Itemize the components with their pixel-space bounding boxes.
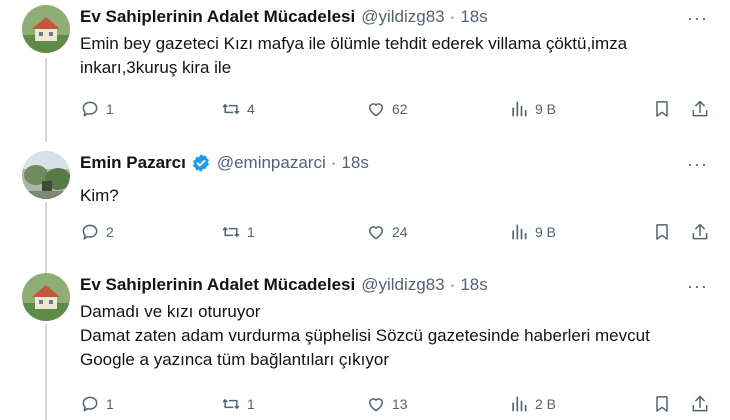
author-handle[interactable]: @yildizg83	[361, 7, 444, 27]
tweet-header: Ev Sahiplerinin Adalet Mücadelesi @yildi…	[80, 6, 488, 28]
tweet-text-line: Damadı ve kızı oturuyor	[80, 302, 261, 321]
more-options-icon[interactable]: ···	[687, 8, 708, 29]
tweet-text-line: Emin bey gazeteci Kızı mafya ile ölümle …	[80, 34, 628, 53]
bookmark-icon	[656, 101, 668, 117]
retweet-count: 4	[247, 101, 255, 117]
tweet-text: Emin bey gazeteci Kızı mafya ile ölümle …	[80, 32, 720, 80]
like-icon	[369, 226, 383, 240]
tweet-header: Emin Pazarcı @eminpazarci · 18s	[80, 152, 369, 174]
reply-button[interactable]: 2	[80, 222, 114, 242]
bookmark-button[interactable]	[652, 99, 672, 119]
bookmark-button[interactable]	[652, 394, 672, 414]
reply-button[interactable]: 1	[80, 99, 114, 119]
like-icon	[369, 103, 383, 117]
views-icon	[512, 224, 527, 240]
author-name[interactable]: Ev Sahiplerinin Adalet Mücadelesi	[80, 275, 355, 295]
action-bar: 1 1 13 2 B	[80, 394, 720, 418]
views-icon	[512, 396, 527, 412]
like-button[interactable]: 24	[366, 222, 408, 242]
views-count: 9 B	[535, 101, 557, 117]
author-name[interactable]: Ev Sahiplerinin Adalet Mücadelesi	[80, 7, 355, 27]
tweet-2[interactable]: Emin Pazarcı @eminpazarci · 18s ··· Kim?…	[0, 146, 730, 276]
share-button[interactable]	[690, 394, 710, 414]
tweet-header: Ev Sahiplerinin Adalet Mücadelesi @yildi…	[80, 274, 488, 296]
avatar[interactable]	[22, 151, 70, 199]
like-count: 62	[392, 101, 408, 117]
views-button[interactable]: 2 B	[509, 394, 556, 414]
author-handle[interactable]: @eminpazarci	[217, 153, 326, 173]
reply-icon	[82, 101, 98, 117]
bookmark-icon	[656, 396, 668, 412]
share-button[interactable]	[690, 99, 710, 119]
like-count: 13	[392, 396, 408, 412]
retweet-button[interactable]: 4	[221, 99, 255, 119]
tweet-text-line: Google a yazınca tüm bağlantıları çıkıyo…	[80, 350, 389, 369]
more-options-icon[interactable]: ···	[687, 276, 708, 297]
more-options-icon[interactable]: ···	[687, 154, 708, 175]
retweet-button[interactable]: 1	[221, 222, 255, 242]
separator-dot: ·	[330, 153, 337, 172]
separator-dot: ·	[449, 275, 456, 294]
timestamp[interactable]: 18s	[460, 275, 487, 295]
author-name[interactable]: Emin Pazarcı	[80, 153, 186, 173]
avatar[interactable]	[22, 5, 70, 53]
retweet-icon	[222, 104, 240, 114]
tweet-thread: Ev Sahiplerinin Adalet Mücadelesi @yildi…	[0, 0, 730, 420]
tweet-text: Kim?	[80, 184, 720, 208]
tweet-text-line: Damat zaten adam vurdurma şüphelisi Sözc…	[80, 326, 650, 345]
like-button[interactable]: 13	[366, 394, 408, 414]
views-button[interactable]: 9 B	[509, 99, 556, 119]
share-icon	[692, 223, 708, 240]
action-bar: 2 1 24 9 B	[80, 222, 720, 246]
author-handle[interactable]: @yildizg83	[361, 275, 444, 295]
reply-count: 2	[106, 224, 114, 240]
retweet-icon	[222, 227, 240, 237]
reply-count: 1	[106, 396, 114, 412]
tweet-text-line: inkarı,3kuruş kira ile	[80, 58, 232, 77]
views-button[interactable]: 9 B	[509, 222, 556, 242]
thread-connector-line	[45, 202, 47, 276]
thread-connector-line	[45, 324, 47, 420]
retweet-icon	[222, 399, 240, 409]
like-count: 24	[392, 224, 408, 240]
share-icon	[692, 100, 708, 117]
tweet-text-line: Kim?	[80, 186, 119, 205]
thread-connector-line	[45, 58, 47, 142]
like-button[interactable]: 62	[366, 99, 408, 119]
views-count: 2 B	[535, 396, 557, 412]
timestamp[interactable]: 18s	[460, 7, 487, 27]
reply-icon	[82, 224, 98, 240]
avatar[interactable]	[22, 273, 70, 321]
retweet-count: 1	[247, 396, 255, 412]
views-count: 9 B	[535, 224, 557, 240]
share-button[interactable]	[690, 222, 710, 242]
tweet-3[interactable]: Ev Sahiplerinin Adalet Mücadelesi @yildi…	[0, 268, 730, 420]
reply-button[interactable]: 1	[80, 394, 114, 414]
tweet-1[interactable]: Ev Sahiplerinin Adalet Mücadelesi @yildi…	[0, 0, 730, 142]
reply-count: 1	[106, 101, 114, 117]
bookmark-icon	[656, 224, 668, 240]
share-icon	[692, 395, 708, 412]
like-icon	[369, 398, 383, 412]
verified-badge-icon	[191, 153, 211, 173]
reply-icon	[82, 396, 98, 412]
separator-dot: ·	[449, 7, 456, 26]
timestamp[interactable]: 18s	[341, 153, 368, 173]
bookmark-button[interactable]	[652, 222, 672, 242]
views-icon	[512, 101, 527, 117]
tweet-text: Damadı ve kızı oturuyor Damat zaten adam…	[80, 300, 720, 372]
retweet-count: 1	[247, 224, 255, 240]
action-bar: 1 4 62 9 B	[80, 99, 720, 123]
retweet-button[interactable]: 1	[221, 394, 255, 414]
